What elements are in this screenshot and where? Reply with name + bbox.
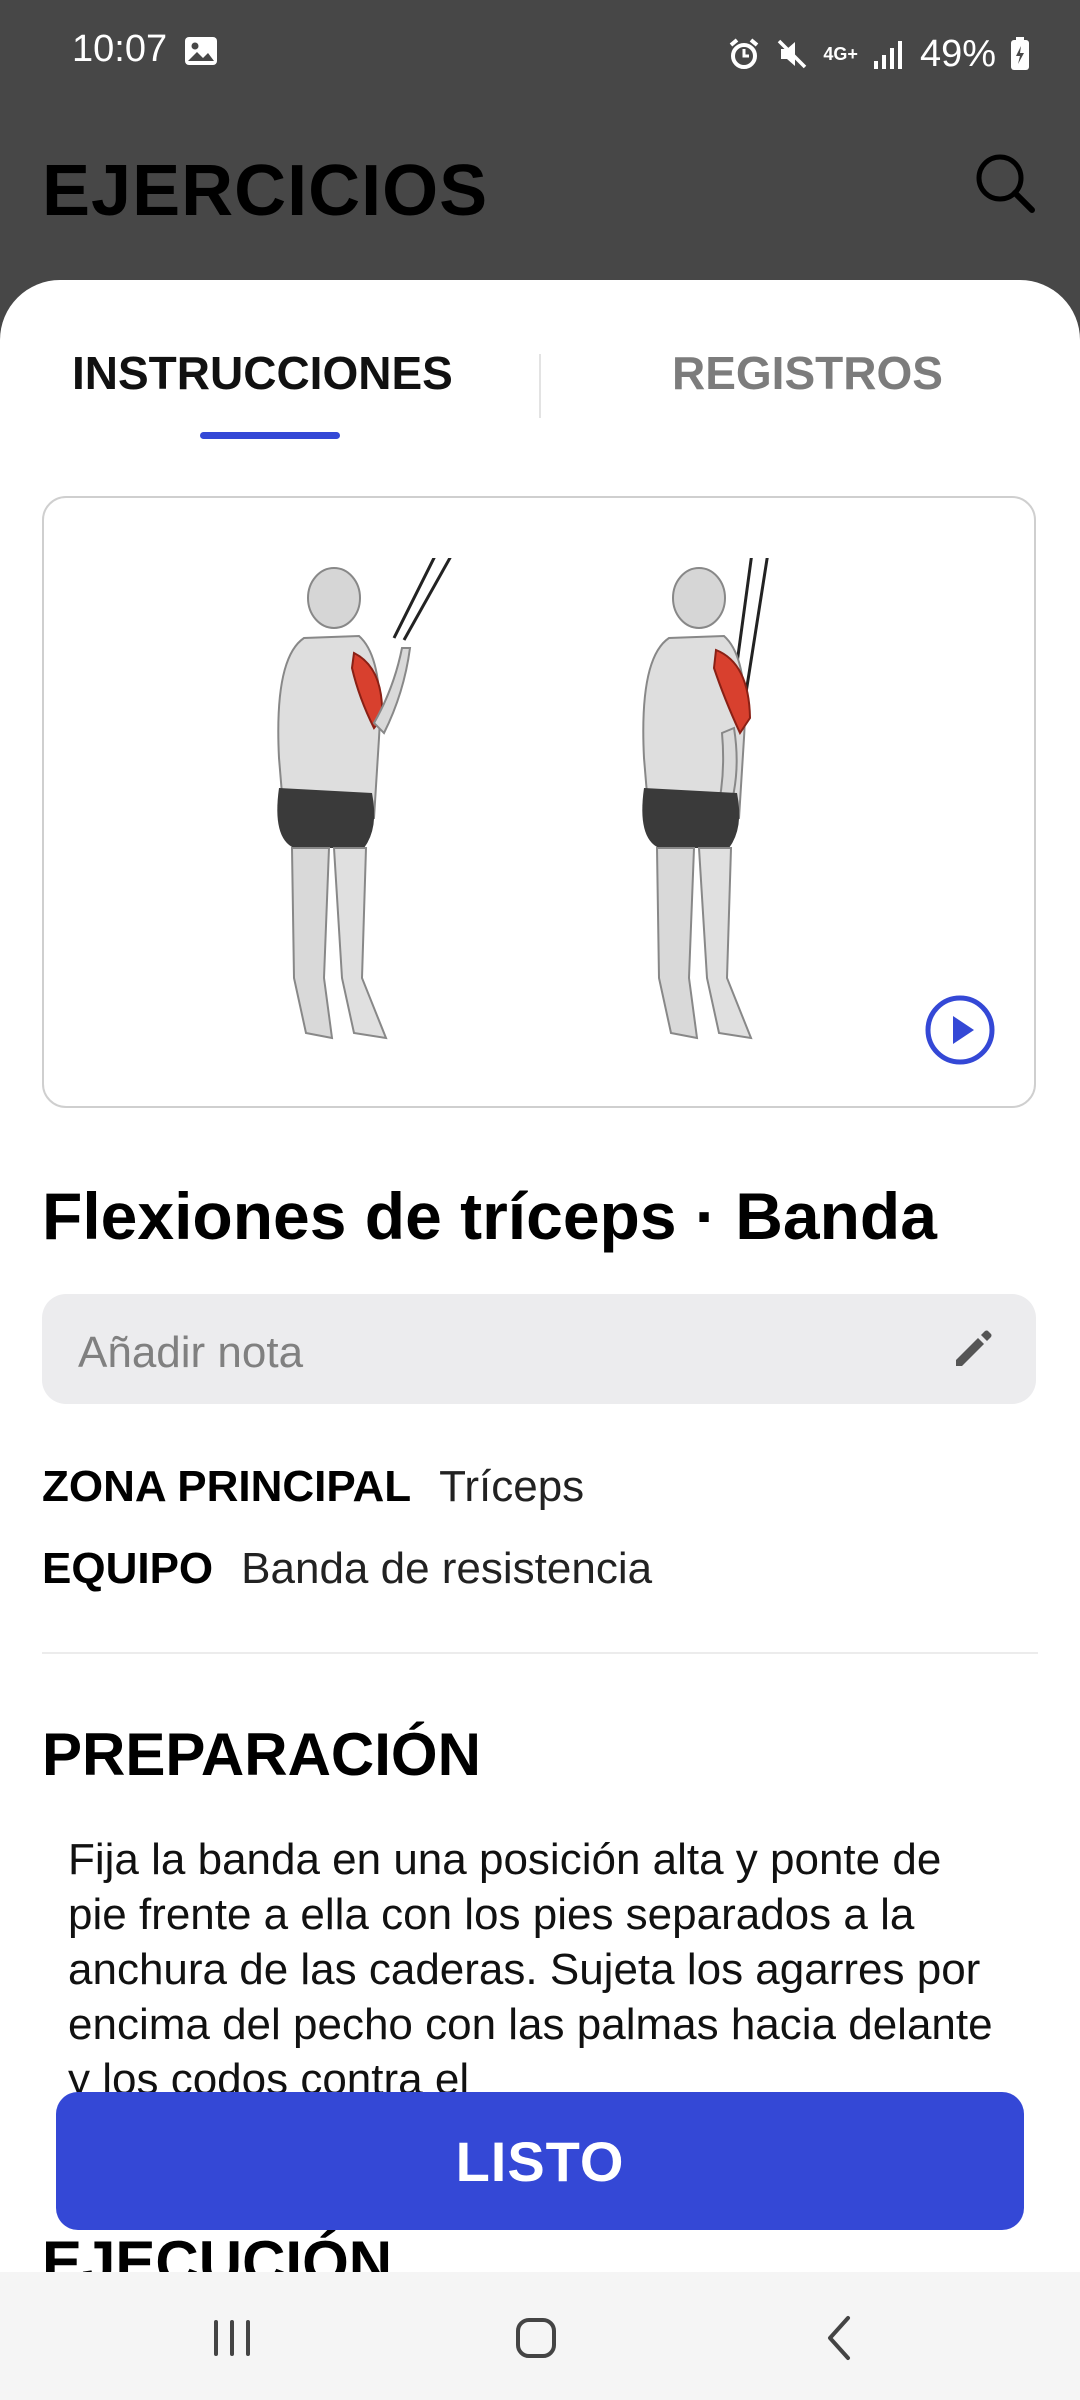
exercise-animation[interactable] <box>42 496 1036 1108</box>
tab-bar: INSTRUCCIONES REGISTROS <box>0 280 1080 450</box>
content-sheet: INSTRUCCIONES REGISTROS Flexiones de trí… <box>0 280 1080 2400</box>
detail-label: EQUIPO <box>42 1544 214 1593</box>
tab-registros[interactable]: REGISTROS <box>672 346 943 400</box>
exercise-figure-start <box>277 558 452 1040</box>
exercise-title: Flexiones de tríceps · Banda <box>42 1179 937 1253</box>
recents-icon[interactable] <box>202 2308 262 2368</box>
note-placeholder: Añadir nota <box>78 1328 304 1377</box>
battery-icon <box>1010 37 1030 71</box>
exercise-figure-end <box>642 558 769 1040</box>
detail-label: ZONA PRINCIPAL <box>42 1462 412 1511</box>
detail-row-equipment: EQUIPO Banda de resistencia <box>42 1544 652 1594</box>
alarm-icon <box>727 37 761 71</box>
detail-value: Banda de resistencia <box>241 1544 653 1593</box>
status-bar: 10:07 4G+ 49% <box>0 0 1080 110</box>
detail-value: Tríceps <box>439 1462 585 1511</box>
page-title: EJERCICIOS <box>42 151 489 231</box>
status-time: 10:07 <box>72 28 168 70</box>
image-icon <box>184 36 218 66</box>
pencil-icon[interactable] <box>950 1326 996 1372</box>
mute-icon <box>775 37 809 71</box>
note-field[interactable]: Añadir nota <box>42 1294 1036 1404</box>
back-icon[interactable] <box>810 2308 870 2368</box>
status-icons: 4G+ 49% <box>727 24 1030 84</box>
tab-divider <box>539 354 541 418</box>
home-icon[interactable] <box>506 2308 566 2368</box>
done-button[interactable]: LISTO <box>56 2092 1024 2230</box>
search-icon[interactable] <box>970 148 1040 218</box>
section-divider <box>42 1652 1038 1654</box>
play-icon[interactable] <box>924 994 996 1066</box>
battery-percentage: 49% <box>919 32 996 75</box>
app-header: EJERCICIOS <box>0 110 1080 280</box>
detail-row-zone: ZONA PRINCIPAL Tríceps <box>42 1462 584 1512</box>
network-type: 4G+ <box>823 44 858 64</box>
preparation-text: Fija la banda en una posición alta y pon… <box>68 1835 993 2104</box>
active-tab-indicator <box>200 432 340 439</box>
signal-icon <box>872 39 906 69</box>
tab-instrucciones[interactable]: INSTRUCCIONES <box>72 346 453 400</box>
navigation-bar <box>0 2272 1080 2400</box>
preparation-heading: PREPARACIÓN <box>42 1721 481 1788</box>
